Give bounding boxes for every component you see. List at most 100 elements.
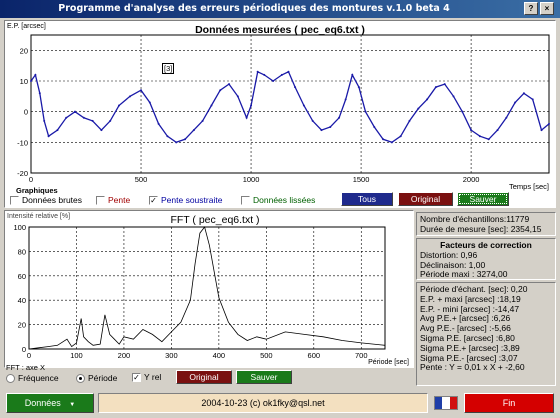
data-point (461, 110, 464, 113)
data-point (364, 110, 367, 113)
status-bar: Données ▼ 2004-10-23 (c) ok1fky@qsl.net … (4, 391, 556, 415)
data-point (320, 129, 323, 132)
frequency-label: Fréquence (18, 373, 59, 383)
data-point (505, 116, 508, 119)
yrel-label: Y rel (144, 372, 162, 382)
data-point (357, 86, 360, 89)
slope-equation: Pente : Y = 0,01 x X + -2,60 (420, 362, 525, 373)
help-button[interactable]: ? (524, 2, 538, 15)
data-point (109, 119, 112, 122)
yrel-box[interactable]: ✓ (132, 372, 141, 382)
data-point (256, 70, 259, 73)
all-button[interactable]: Tous (341, 192, 393, 206)
period-radio[interactable]: Période (76, 373, 117, 383)
data-point (74, 110, 77, 113)
data-point (294, 86, 297, 89)
x-tick-label: 400 (213, 351, 226, 360)
end-button[interactable]: Fin (464, 393, 554, 413)
save-button[interactable]: Sauver (457, 192, 509, 206)
slope-label: Pente (108, 195, 131, 205)
flag-fr-icon[interactable] (434, 396, 458, 410)
data-point (175, 141, 178, 144)
data-point (184, 138, 187, 141)
max-period-value: Période maxi : 3274,00 (420, 269, 508, 280)
data-point (30, 80, 32, 82)
data-point (478, 135, 481, 138)
data-point (487, 138, 490, 141)
data-point (56, 129, 59, 132)
slope-checkbox[interactable]: Pente (96, 195, 130, 205)
data-point (452, 95, 455, 98)
data-point (100, 129, 103, 132)
x-tick-label: 2000 (463, 175, 480, 184)
title-bar[interactable]: Programme d'analyse des erreurs périodiq… (0, 0, 560, 18)
data-menu-label: Données (24, 398, 61, 408)
fft-axis-group-label: FFT : axe X (6, 363, 46, 372)
x-tick-label: 200 (118, 351, 131, 360)
x-tick-label: 500 (260, 351, 273, 360)
fft-original-button[interactable]: Original (176, 370, 232, 384)
data-point (228, 83, 231, 86)
close-button[interactable]: × (540, 2, 554, 15)
period-label: Période (88, 373, 118, 383)
x-tick-label: 1000 (243, 175, 260, 184)
data-point (91, 119, 94, 122)
data-point (219, 89, 222, 92)
data-point (351, 73, 354, 76)
data-point (408, 119, 411, 122)
data-menu-button[interactable]: Données ▼ (6, 393, 94, 413)
measured-y-label: E.P. [arcsec] (7, 23, 46, 30)
data-point (272, 80, 275, 82)
data-point (43, 119, 46, 122)
y-tick-label: 80 (18, 247, 26, 256)
data-point (148, 101, 151, 104)
y-tick-label: 40 (18, 296, 26, 305)
slope-box[interactable] (96, 195, 105, 205)
y-tick-label: 60 (18, 272, 26, 281)
y-tick-label: 0 (22, 345, 26, 354)
data-point (250, 104, 253, 107)
period-radio-dot[interactable] (76, 373, 85, 383)
graph-options: Graphiques Données brutes Pente ✓ Pente … (4, 184, 556, 212)
smoothed-box[interactable] (241, 195, 250, 205)
smoothed-label: Données lissées (253, 195, 316, 205)
data-point (47, 135, 50, 138)
measured-data-panel: -20 -10 0 10 20 0 500 1000 1500 2000 Données mesu… (4, 20, 556, 208)
frequency-radio[interactable]: Fréquence (6, 373, 59, 383)
x-tick-label: 300 (165, 351, 178, 360)
y-tick-label: 10 (20, 77, 28, 86)
raw-data-checkbox[interactable]: Données brutes (10, 195, 82, 205)
graph-options-label: Graphiques (16, 186, 58, 195)
data-point (118, 104, 121, 107)
data-point (166, 135, 169, 138)
y-tick-label: -10 (17, 138, 28, 147)
raw-data-box[interactable] (10, 195, 19, 205)
data-point (522, 92, 525, 95)
fft-panel: 0 20 40 60 80 100 0 100 200 300 400 500 600 700 FFT (… (4, 210, 414, 390)
slope-sub-checkbox[interactable]: ✓ Pente soustraite (149, 195, 222, 205)
slope-sub-box[interactable]: ✓ (149, 195, 158, 205)
data-point (373, 126, 376, 128)
data-point (496, 129, 499, 132)
data-point (548, 122, 550, 125)
fft-save-button[interactable]: Sauver (236, 370, 292, 384)
original-button[interactable]: Original (398, 192, 453, 206)
frequency-radio-dot[interactable] (6, 373, 15, 383)
x-tick-label: 100 (70, 351, 83, 360)
x-tick-label: 700 (355, 351, 368, 360)
copyright-text: 2004-10-23 (c) ok1fky@qsl.net (98, 393, 428, 413)
x-tick-label: 500 (135, 175, 148, 184)
data-point (470, 129, 473, 132)
data-point (140, 89, 143, 92)
raw-data-label: Données brutes (22, 195, 83, 205)
data-point (338, 116, 341, 119)
data-point (302, 104, 305, 107)
data-point (201, 119, 204, 122)
data-point (329, 126, 332, 128)
statistics-box: Période d'échant. [sec]: 0,20 E.P. + max… (416, 282, 556, 386)
yrel-checkbox[interactable]: ✓ Y rel (132, 372, 161, 382)
data-point (82, 116, 85, 119)
data-point (236, 95, 239, 98)
data-point (245, 116, 248, 119)
smoothed-checkbox[interactable]: Données lissées (241, 195, 315, 205)
